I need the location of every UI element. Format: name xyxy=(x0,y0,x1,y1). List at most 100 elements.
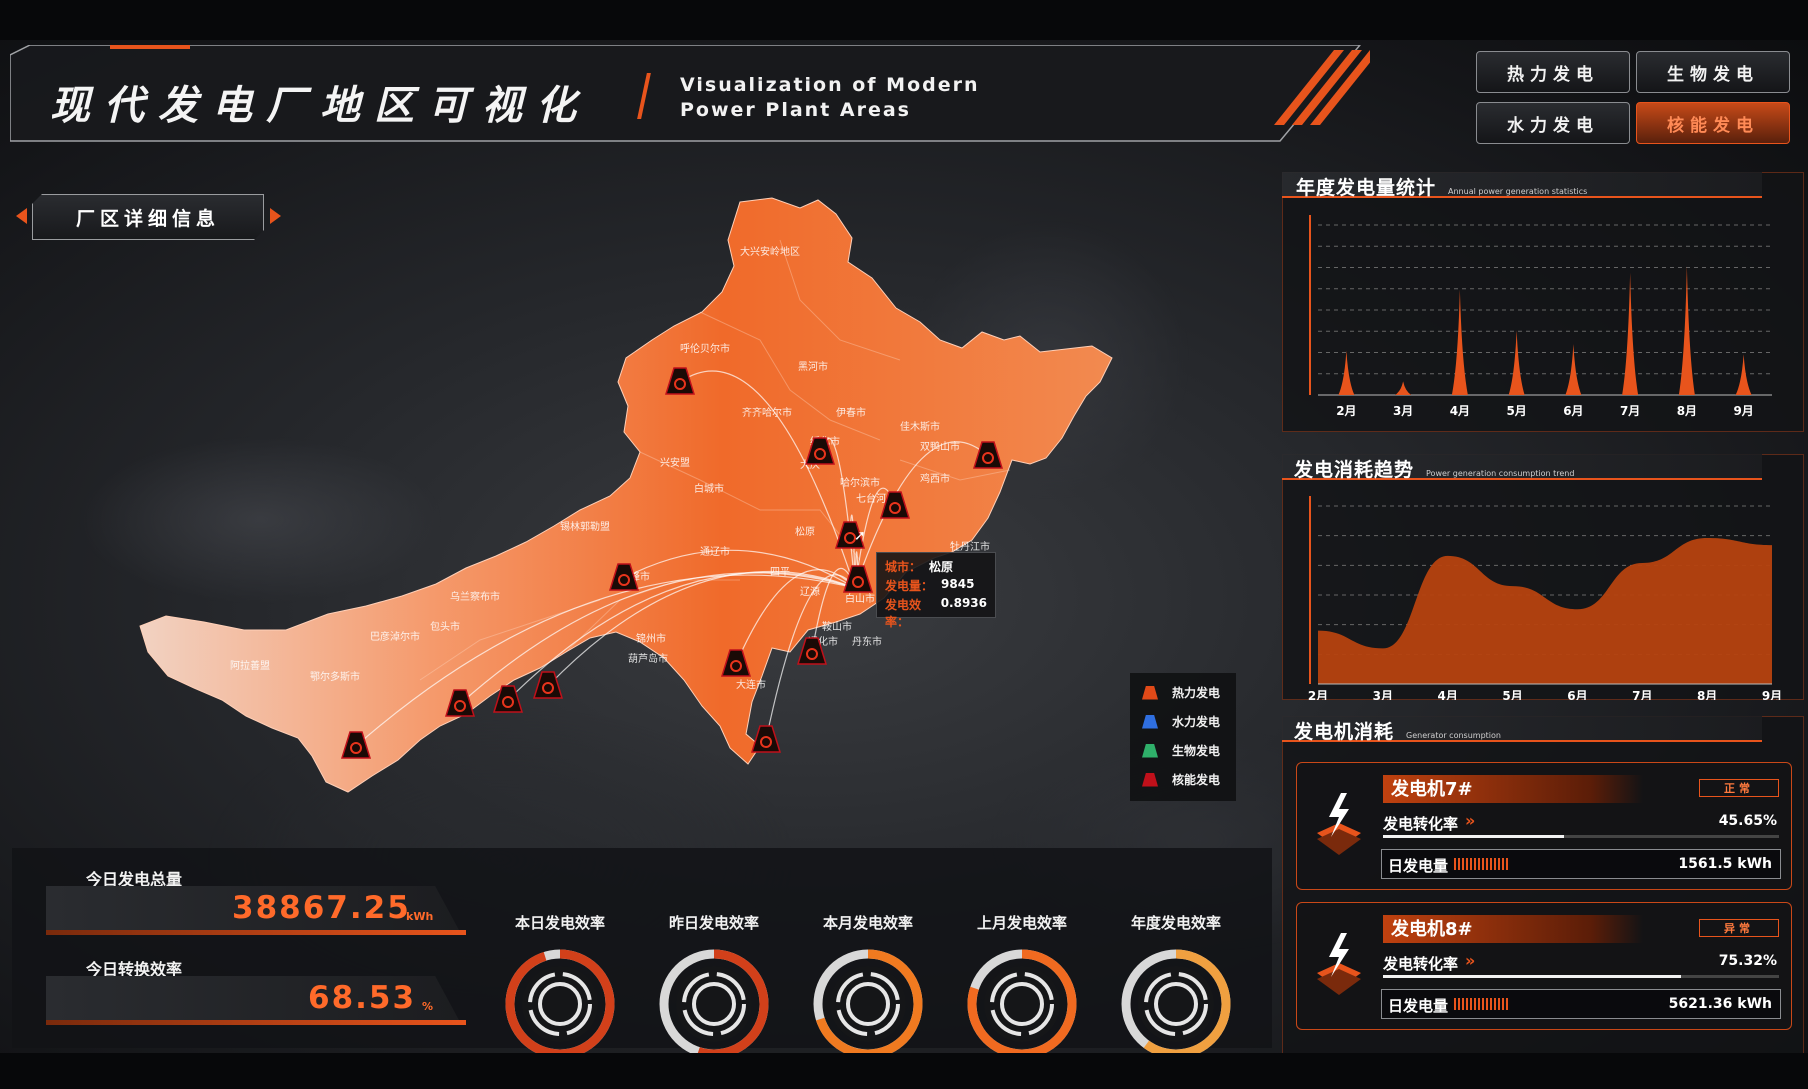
tooltip-city-row: 城市： 松原 xyxy=(885,558,987,577)
efficiency-gauge xyxy=(1121,949,1231,1053)
city-label: 葫芦岛市 xyxy=(628,652,668,665)
tooltip-power-label: 发电量： xyxy=(885,579,934,593)
tooltip-eff-label: 发电效率： xyxy=(885,598,922,629)
city-label: 齐齐哈尔市 xyxy=(742,406,792,419)
generator-rate-label: 发电转化率 xyxy=(1383,815,1459,833)
map-region-shape[interactable] xyxy=(139,197,1113,793)
city-label: 四平 xyxy=(770,567,790,578)
page-subtitle-line2: Power Plant Areas xyxy=(680,99,911,121)
hydro-power-button[interactable]: 水力发电 xyxy=(1476,102,1630,144)
tooltip-city-value: 松原 xyxy=(929,560,954,574)
gauge-inner xyxy=(984,966,1060,1042)
consumption-title: 发电消耗趋势 Power generation consumption trend xyxy=(1294,455,1574,482)
legend-item[interactable]: 生物发电 xyxy=(1142,736,1224,765)
city-label: 兴安盟 xyxy=(660,456,690,469)
tooltip-power-row: 发电量： 9845 xyxy=(885,577,987,596)
x-tick-label: 2月 xyxy=(1308,689,1328,700)
x-tick-label: 8月 xyxy=(1697,689,1717,700)
generator-card[interactable]: 发电机7# 正常 发电转化率 » 45.65% 日发电量 1561.5 kWh xyxy=(1296,762,1792,890)
city-label: 辽源 xyxy=(800,585,820,598)
x-tick-label: 8月 xyxy=(1677,404,1697,418)
city-label: 巴彦淖尔市 xyxy=(370,630,420,643)
bar-spike xyxy=(1451,289,1468,395)
bio-power-label: 生物发电 xyxy=(1667,64,1759,85)
generator-daily-meter xyxy=(1454,858,1510,870)
conversion-eff-underline xyxy=(46,1020,466,1025)
city-label: 七台河 xyxy=(856,492,886,505)
generator-daily-value: 1561.5 kWh xyxy=(1678,856,1772,872)
generator-status-badge: 正常 xyxy=(1699,779,1779,797)
lightning-icon xyxy=(1311,789,1367,859)
gauge-title: 昨日发电效率 xyxy=(668,914,759,932)
bar-spike xyxy=(1622,272,1639,395)
conversion-eff-unit: % xyxy=(422,1000,434,1013)
generator-subtitle: Generator consumption xyxy=(1406,731,1501,740)
generator-daily-label: 日发电量 xyxy=(1388,997,1449,1015)
legend-label: 水力发电 xyxy=(1172,715,1221,729)
x-tick-label: 7月 xyxy=(1632,689,1652,700)
city-label: 大兴安岭地区 xyxy=(740,245,800,258)
conversion-eff-value: 68.53 xyxy=(308,980,417,1016)
detail-info-button[interactable]: 厂区详细信息 xyxy=(32,194,264,240)
thermal-power-button[interactable]: 热力发电 xyxy=(1476,51,1630,93)
generator-card[interactable]: 发电机8# 异常 发电转化率 » 75.32% 日发电量 5621.36 kWh xyxy=(1296,902,1792,1030)
city-label: 锦州市 xyxy=(636,632,666,645)
city-label: 黑河市 xyxy=(798,360,828,373)
city-label: 锡林郭勒盟 xyxy=(560,520,610,533)
generator-title: 发电机消耗 Generator consumption xyxy=(1294,717,1501,744)
generator-rate-fill xyxy=(1383,975,1682,978)
city-label: 阿拉善盟 xyxy=(230,659,270,672)
bio-power-button[interactable]: 生物发电 xyxy=(1636,51,1790,93)
annual-subtitle: Annual power generation statistics xyxy=(1448,187,1588,196)
nuclear-plant-marker-icon[interactable] xyxy=(750,725,782,753)
annual-title: 年度发电量统计 Annual power generation statistic… xyxy=(1296,173,1587,200)
nuclear-power-button[interactable]: 核能发电 xyxy=(1636,102,1790,144)
gauge-inner xyxy=(676,966,752,1042)
dashboard-stage: 大兴安岭地区呼伦贝尔市黑河市齐齐哈尔市伊春市佳木斯市绥化市双鸭山市兴安盟大庆哈尔… xyxy=(0,0,1808,1089)
x-tick-label: 7月 xyxy=(1620,404,1640,418)
section-button-wrap: 厂区详细信息 xyxy=(16,190,284,246)
city-label: 松原 xyxy=(795,525,815,538)
x-tick-label: 9月 xyxy=(1733,404,1753,418)
tooltip-power-value: 9845 xyxy=(941,577,975,591)
arrow-right-icon[interactable] xyxy=(270,208,281,224)
city-label: 鸡西市 xyxy=(920,472,950,485)
legend-label: 生物发电 xyxy=(1172,744,1221,758)
legend-item[interactable]: 热力发电 xyxy=(1142,678,1224,707)
gauge-inner xyxy=(1138,966,1214,1042)
legend-item[interactable]: 水力发电 xyxy=(1142,707,1224,736)
x-tick-label: 5月 xyxy=(1506,404,1526,418)
bar-spike xyxy=(1338,350,1355,395)
city-label: 双鸭山市 xyxy=(920,440,960,453)
city-label: 通辽市 xyxy=(700,545,730,558)
city-label: 乌兰察布市 xyxy=(450,590,500,603)
gauge-title: 上月发电效率 xyxy=(976,914,1067,932)
cursor-icon: ➚ xyxy=(854,528,866,544)
hydro-power-label: 水力发电 xyxy=(1507,115,1599,136)
legend-swatch-icon xyxy=(1142,685,1158,700)
detail-info-label: 厂区详细信息 xyxy=(75,207,220,230)
x-tick-label: 5月 xyxy=(1502,689,1522,700)
header: 现代发电厂地区可视化 Visualization of Modern Power… xyxy=(10,45,1370,145)
page-subtitle-line1: Visualization of Modern xyxy=(680,74,980,96)
area-series xyxy=(1318,538,1772,684)
arrow-left-icon[interactable] xyxy=(16,208,27,224)
map-tooltip: 城市： 松原 发电量： 9845 发电效率： 0.8936 xyxy=(876,552,996,629)
thermal-power-label: 热力发电 xyxy=(1507,64,1599,85)
x-tick-label: 3月 xyxy=(1393,404,1413,418)
city-label: 丹东市 xyxy=(852,635,882,648)
generator-daily-label: 日发电量 xyxy=(1388,857,1449,875)
gauge-inner xyxy=(830,966,906,1042)
efficiency-gauge xyxy=(967,949,1077,1053)
city-label: 呼伦贝尔市 xyxy=(680,342,730,355)
tooltip-city-label: 城市： xyxy=(885,560,922,574)
x-tick-label: 2月 xyxy=(1336,404,1356,418)
page-subtitle: Visualization of Modern Power Plant Area… xyxy=(680,73,980,123)
generator-daily-value: 5621.36 kWh xyxy=(1668,996,1772,1012)
city-label: 包头市 xyxy=(430,620,460,633)
total-power-value: 38867.25 xyxy=(232,890,411,926)
bar-spike xyxy=(1395,381,1412,395)
bar-spike xyxy=(1565,344,1582,395)
legend-item[interactable]: 核能发电 xyxy=(1142,765,1224,794)
generator-rate-value: 45.65% xyxy=(1718,813,1777,829)
